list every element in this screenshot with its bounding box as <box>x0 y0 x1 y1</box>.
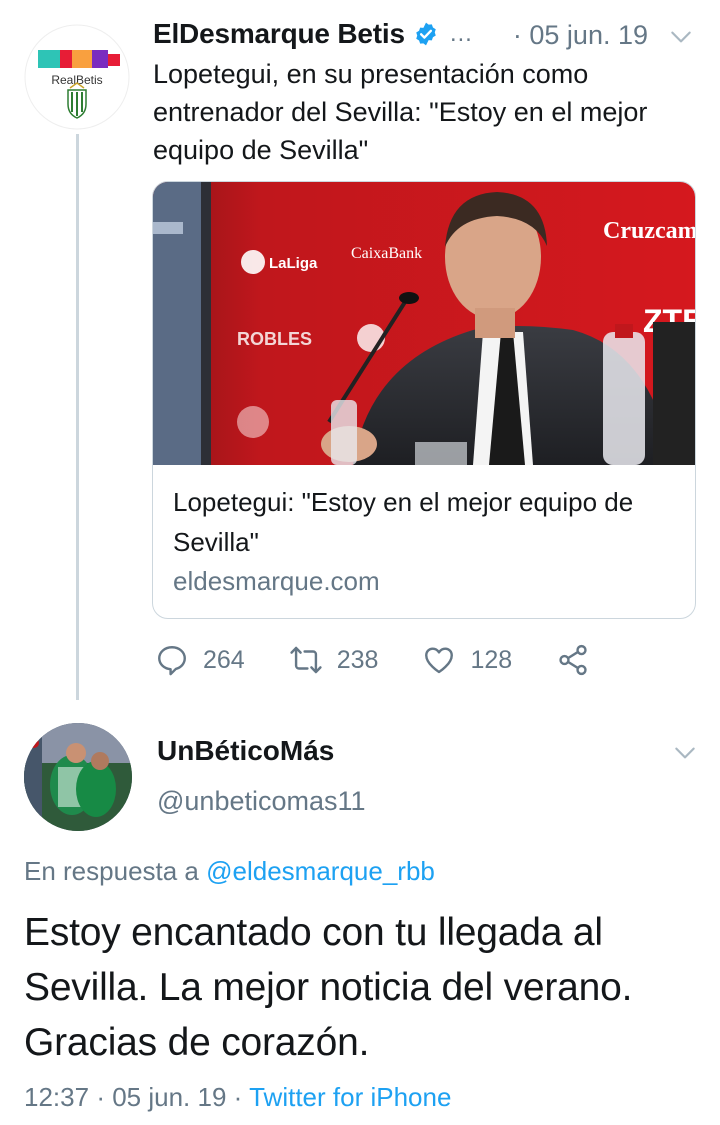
svg-text:Cruzcam: Cruzcam <box>603 218 695 244</box>
in-reply-label: En respuesta a <box>24 856 199 886</box>
reply-author-handle[interactable]: @unbeticomas11 <box>157 786 366 817</box>
like-icon <box>425 647 454 674</box>
chevron-down-icon[interactable] <box>668 24 694 50</box>
verified-badge-icon <box>416 22 436 46</box>
reply-time: 12:37 <box>24 1082 90 1112</box>
author-name[interactable]: ElDesmarque Betis <box>153 18 405 50</box>
svg-text:LaLiga: LaLiga <box>269 255 318 272</box>
share-icon <box>559 644 587 676</box>
card-domain: eldesmarque.com <box>173 566 380 596</box>
in-reply-mention-link[interactable]: @eldesmarque_rbb <box>206 856 435 886</box>
card-image: LaLiga CaixaBank ROBLES Cruzcam ZTE <box>153 182 695 465</box>
svg-text:ROBLES: ROBLES <box>237 329 312 349</box>
svg-text:RealBetis: RealBetis <box>51 73 102 87</box>
card-title: Lopetegui: "Estoy en el mejor equipo de … <box>173 487 634 557</box>
tweet-date[interactable]: · 05 jun. 19 <box>513 20 648 51</box>
meta-separator: · <box>96 1082 105 1112</box>
share-button[interactable] <box>556 643 604 677</box>
reply-text: Estoy encantado con tu llegada al Sevill… <box>24 911 633 1064</box>
like-count: 128 <box>470 645 513 674</box>
reply-meta: 12:37 · 05 jun. 19 · Twitter for iPhone <box>24 1082 451 1113</box>
reply-source-link[interactable]: Twitter for iPhone <box>249 1082 451 1112</box>
retweet-icon <box>290 646 322 674</box>
chevron-down-icon[interactable] <box>672 740 698 766</box>
thread-connector-line <box>76 134 79 700</box>
svg-text:CaixaBank: CaixaBank <box>351 245 422 262</box>
eldesmarque-betis-logo: RealBetis <box>24 24 130 130</box>
reply-author-avatar[interactable] <box>24 723 132 831</box>
reply-date: 05 jun. 19 <box>112 1082 227 1112</box>
like-button[interactable]: 128 <box>422 643 512 677</box>
tweet-actions: 264 238 128 <box>155 638 648 682</box>
retweet-button[interactable]: 238 <box>289 643 379 677</box>
name-truncation: … <box>448 20 473 47</box>
reply-icon <box>158 646 186 676</box>
retweet-count: 238 <box>336 645 379 674</box>
avatar-photo <box>24 723 132 831</box>
reply-button[interactable]: 264 <box>155 643 245 677</box>
meta-separator: · <box>233 1082 243 1112</box>
tweet-header: ElDesmarque Betis … · 05 jun. 19 <box>153 12 698 56</box>
link-preview-card[interactable]: LaLiga CaixaBank ROBLES Cruzcam ZTE <box>152 181 696 619</box>
in-reply-to: En respuesta a @eldesmarque_rbb <box>24 856 435 887</box>
reply-author-name[interactable]: UnBéticoMás <box>157 735 334 767</box>
author-avatar[interactable]: RealBetis <box>24 24 130 130</box>
tweet-text: Lopetegui, en su presentación como entre… <box>153 59 648 165</box>
reply-count: 264 <box>203 645 245 674</box>
